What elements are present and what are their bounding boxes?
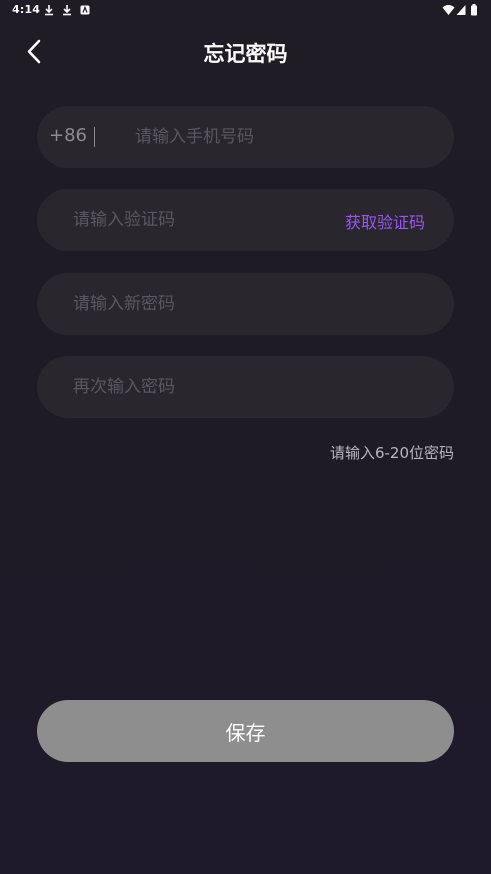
confirm-password-input[interactable]	[73, 356, 433, 418]
battery-icon	[471, 4, 477, 16]
nav-bar: 忘记密码	[0, 22, 491, 82]
status-time: 4:14	[12, 3, 41, 16]
verification-code-field: 获取验证码	[37, 189, 454, 251]
wifi-icon	[442, 5, 455, 15]
signal-icon	[456, 5, 466, 15]
country-code-divider	[94, 127, 95, 147]
download-icon	[63, 5, 71, 16]
page-title: 忘记密码	[203, 42, 288, 66]
verification-code-input[interactable]	[73, 189, 323, 251]
new-password-input[interactable]	[73, 273, 433, 335]
password-hint: 请输入6-20位密码	[329, 444, 454, 462]
get-code-button[interactable]: 获取验证码	[345, 209, 425, 233]
country-code[interactable]: +86	[49, 125, 87, 146]
new-password-field	[37, 273, 454, 335]
confirm-password-field	[37, 356, 454, 418]
notification-app-icon	[80, 5, 90, 15]
phone-field: +86	[37, 106, 454, 168]
phone-input[interactable]	[135, 106, 435, 168]
save-button[interactable]: 保存	[37, 700, 454, 762]
download-icon	[45, 5, 53, 16]
status-bar: 4:14	[0, 0, 491, 22]
